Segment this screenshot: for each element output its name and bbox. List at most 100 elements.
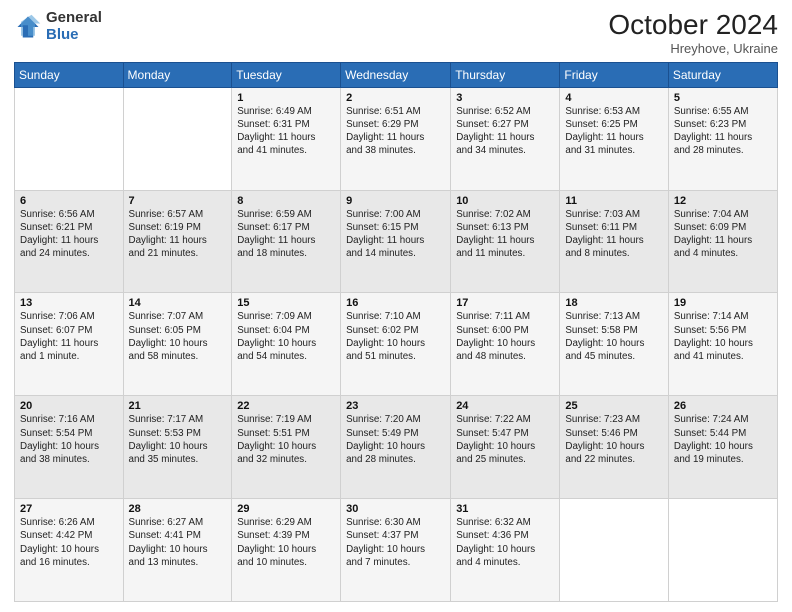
day-content: Sunrise: 7:04 AM Sunset: 6:09 PM Dayligh… [674,208,772,261]
day-cell: 17Sunrise: 7:11 AM Sunset: 6:00 PM Dayli… [451,293,560,396]
day-number: 21 [129,400,227,412]
header-thursday: Thursday [451,62,560,87]
day-content: Sunrise: 7:23 AM Sunset: 5:46 PM Dayligh… [565,413,663,466]
day-cell: 30Sunrise: 6:30 AM Sunset: 4:37 PM Dayli… [341,499,451,602]
day-content: Sunrise: 7:06 AM Sunset: 6:07 PM Dayligh… [20,310,118,363]
day-number: 2 [346,92,445,104]
day-number: 29 [237,503,335,515]
day-cell: 2Sunrise: 6:51 AM Sunset: 6:29 PM Daylig… [341,87,451,190]
day-cell: 11Sunrise: 7:03 AM Sunset: 6:11 PM Dayli… [560,190,669,293]
header-sunday: Sunday [15,62,124,87]
page-header: General Blue October 2024 Hreyhove, Ukra… [14,10,778,56]
day-cell: 1Sunrise: 6:49 AM Sunset: 6:31 PM Daylig… [232,87,341,190]
day-cell: 16Sunrise: 7:10 AM Sunset: 6:02 PM Dayli… [341,293,451,396]
day-content: Sunrise: 7:20 AM Sunset: 5:49 PM Dayligh… [346,413,445,466]
day-cell [15,87,124,190]
day-cell: 9Sunrise: 7:00 AM Sunset: 6:15 PM Daylig… [341,190,451,293]
day-content: Sunrise: 7:24 AM Sunset: 5:44 PM Dayligh… [674,413,772,466]
day-cell: 8Sunrise: 6:59 AM Sunset: 6:17 PM Daylig… [232,190,341,293]
day-content: Sunrise: 7:10 AM Sunset: 6:02 PM Dayligh… [346,310,445,363]
day-content: Sunrise: 7:02 AM Sunset: 6:13 PM Dayligh… [456,208,554,261]
day-cell: 22Sunrise: 7:19 AM Sunset: 5:51 PM Dayli… [232,396,341,499]
day-number: 31 [456,503,554,515]
day-number: 12 [674,195,772,207]
day-content: Sunrise: 6:57 AM Sunset: 6:19 PM Dayligh… [129,208,227,261]
day-content: Sunrise: 6:56 AM Sunset: 6:21 PM Dayligh… [20,208,118,261]
day-content: Sunrise: 7:22 AM Sunset: 5:47 PM Dayligh… [456,413,554,466]
day-cell: 15Sunrise: 7:09 AM Sunset: 6:04 PM Dayli… [232,293,341,396]
day-number: 16 [346,297,445,309]
day-content: Sunrise: 6:59 AM Sunset: 6:17 PM Dayligh… [237,208,335,261]
day-content: Sunrise: 7:14 AM Sunset: 5:56 PM Dayligh… [674,310,772,363]
day-cell: 27Sunrise: 6:26 AM Sunset: 4:42 PM Dayli… [15,499,124,602]
day-content: Sunrise: 6:53 AM Sunset: 6:25 PM Dayligh… [565,105,663,158]
header-monday: Monday [123,62,232,87]
day-cell: 14Sunrise: 7:07 AM Sunset: 6:05 PM Dayli… [123,293,232,396]
title-block: October 2024 Hreyhove, Ukraine [608,10,778,56]
logo-text: General Blue [46,10,102,43]
day-cell: 31Sunrise: 6:32 AM Sunset: 4:36 PM Dayli… [451,499,560,602]
day-cell: 7Sunrise: 6:57 AM Sunset: 6:19 PM Daylig… [123,190,232,293]
day-content: Sunrise: 7:07 AM Sunset: 6:05 PM Dayligh… [129,310,227,363]
calendar-table: SundayMondayTuesdayWednesdayThursdayFrid… [14,62,778,602]
day-cell: 23Sunrise: 7:20 AM Sunset: 5:49 PM Dayli… [341,396,451,499]
day-cell: 12Sunrise: 7:04 AM Sunset: 6:09 PM Dayli… [668,190,777,293]
day-cell: 26Sunrise: 7:24 AM Sunset: 5:44 PM Dayli… [668,396,777,499]
header-wednesday: Wednesday [341,62,451,87]
day-number: 25 [565,400,663,412]
header-row: SundayMondayTuesdayWednesdayThursdayFrid… [15,62,778,87]
day-cell: 10Sunrise: 7:02 AM Sunset: 6:13 PM Dayli… [451,190,560,293]
day-number: 23 [346,400,445,412]
day-number: 27 [20,503,118,515]
header-tuesday: Tuesday [232,62,341,87]
day-number: 22 [237,400,335,412]
title-location: Hreyhove, Ukraine [608,41,778,56]
day-number: 18 [565,297,663,309]
day-number: 1 [237,92,335,104]
day-cell: 25Sunrise: 7:23 AM Sunset: 5:46 PM Dayli… [560,396,669,499]
day-number: 24 [456,400,554,412]
day-cell: 28Sunrise: 6:27 AM Sunset: 4:41 PM Dayli… [123,499,232,602]
day-number: 13 [20,297,118,309]
day-content: Sunrise: 7:17 AM Sunset: 5:53 PM Dayligh… [129,413,227,466]
day-content: Sunrise: 7:03 AM Sunset: 6:11 PM Dayligh… [565,208,663,261]
day-cell: 13Sunrise: 7:06 AM Sunset: 6:07 PM Dayli… [15,293,124,396]
day-number: 5 [674,92,772,104]
week-row-1: 1Sunrise: 6:49 AM Sunset: 6:31 PM Daylig… [15,87,778,190]
day-cell: 29Sunrise: 6:29 AM Sunset: 4:39 PM Dayli… [232,499,341,602]
day-number: 6 [20,195,118,207]
day-number: 30 [346,503,445,515]
day-number: 3 [456,92,554,104]
day-cell: 5Sunrise: 6:55 AM Sunset: 6:23 PM Daylig… [668,87,777,190]
week-row-3: 13Sunrise: 7:06 AM Sunset: 6:07 PM Dayli… [15,293,778,396]
day-number: 15 [237,297,335,309]
day-content: Sunrise: 6:27 AM Sunset: 4:41 PM Dayligh… [129,516,227,569]
day-cell: 6Sunrise: 6:56 AM Sunset: 6:21 PM Daylig… [15,190,124,293]
day-number: 28 [129,503,227,515]
day-content: Sunrise: 6:55 AM Sunset: 6:23 PM Dayligh… [674,105,772,158]
day-number: 9 [346,195,445,207]
day-number: 8 [237,195,335,207]
logo: General Blue [14,10,102,43]
day-content: Sunrise: 7:13 AM Sunset: 5:58 PM Dayligh… [565,310,663,363]
day-number: 7 [129,195,227,207]
week-row-2: 6Sunrise: 6:56 AM Sunset: 6:21 PM Daylig… [15,190,778,293]
title-month: October 2024 [608,10,778,41]
day-cell [123,87,232,190]
day-number: 17 [456,297,554,309]
day-content: Sunrise: 7:09 AM Sunset: 6:04 PM Dayligh… [237,310,335,363]
day-content: Sunrise: 7:19 AM Sunset: 5:51 PM Dayligh… [237,413,335,466]
day-cell [560,499,669,602]
day-number: 10 [456,195,554,207]
header-friday: Friday [560,62,669,87]
day-cell: 19Sunrise: 7:14 AM Sunset: 5:56 PM Dayli… [668,293,777,396]
logo-icon [14,13,42,41]
day-content: Sunrise: 7:16 AM Sunset: 5:54 PM Dayligh… [20,413,118,466]
day-cell: 3Sunrise: 6:52 AM Sunset: 6:27 PM Daylig… [451,87,560,190]
day-cell: 4Sunrise: 6:53 AM Sunset: 6:25 PM Daylig… [560,87,669,190]
day-number: 26 [674,400,772,412]
day-number: 4 [565,92,663,104]
day-content: Sunrise: 6:26 AM Sunset: 4:42 PM Dayligh… [20,516,118,569]
day-content: Sunrise: 6:52 AM Sunset: 6:27 PM Dayligh… [456,105,554,158]
header-saturday: Saturday [668,62,777,87]
